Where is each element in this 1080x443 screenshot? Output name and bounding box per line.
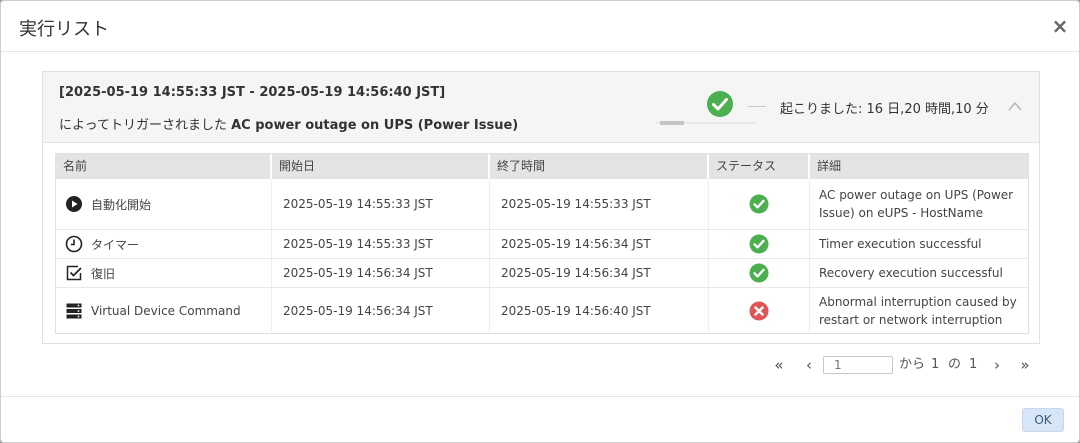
cell-name: タイマー — [56, 230, 272, 258]
step-name: タイマー — [91, 237, 140, 252]
checkbox-icon — [66, 265, 82, 281]
page-number-input[interactable] — [823, 356, 893, 374]
check-circle-icon — [749, 194, 769, 214]
dialog-title: 実行リスト — [19, 19, 109, 40]
cell-end: 2025-05-19 14:55:33 JST — [490, 179, 709, 229]
cell-name: Virtual Device Command — [56, 288, 272, 333]
col-status: ステータス — [709, 154, 810, 179]
table-row: Virtual Device Command 2025-05-19 14:56:… — [56, 287, 1028, 333]
table-header: 名前 開始日 終了時間 ステータス 詳細 — [56, 154, 1028, 179]
cell-start: 2025-05-19 14:56:34 JST — [272, 288, 490, 333]
separator-dash — [748, 106, 766, 107]
run-header[interactable]: [2025-05-19 14:55:33 JST - 2025-05-19 14… — [43, 72, 1039, 143]
run-header-scrollbar[interactable] — [648, 120, 763, 126]
steps-table: 名前 開始日 終了時間 ステータス 詳細 自動化開始 2025-05-19 14… — [55, 153, 1029, 334]
last-page-button[interactable]: » — [1017, 355, 1033, 375]
scrollbar-thumb[interactable] — [660, 121, 684, 125]
play-circle-icon — [66, 196, 82, 212]
pagination: « ‹ から 1 の 1 › » — [771, 355, 1041, 375]
cell-end: 2025-05-19 14:56:40 JST — [490, 288, 709, 333]
close-button[interactable]: × — [1051, 16, 1069, 36]
cell-status — [709, 179, 810, 229]
step-name: 復旧 — [91, 266, 116, 281]
execution-list-dialog: 実行リスト × [2025-05-19 14:55:33 JST - 2025-… — [0, 0, 1080, 443]
prev-page-button[interactable]: ‹ — [801, 355, 817, 375]
run-card: [2025-05-19 14:55:33 JST - 2025-05-19 14… — [42, 71, 1040, 344]
col-start: 開始日 — [272, 154, 490, 179]
from-label: から — [899, 357, 926, 372]
cell-status — [709, 259, 810, 287]
step-name: 自動化開始 — [91, 197, 152, 212]
cell-detail: Recovery execution successful — [819, 266, 1003, 280]
cell-status — [709, 230, 810, 258]
cell-end: 2025-05-19 14:56:34 JST — [490, 230, 709, 258]
first-page-button[interactable]: « — [771, 355, 787, 375]
of-label: の — [948, 357, 962, 372]
trigger-prefix: によってトリガーされました — [59, 118, 227, 133]
run-trigger-text: によってトリガーされました AC power outage on UPS (Po… — [59, 114, 518, 133]
check-circle-icon — [749, 234, 769, 254]
check-circle-icon — [749, 263, 769, 283]
cell-start: 2025-05-19 14:55:33 JST — [272, 230, 490, 258]
total-pages: 1 — [969, 357, 978, 372]
cell-start: 2025-05-19 14:56:34 JST — [272, 259, 490, 287]
cell-name: 自動化開始 — [56, 179, 272, 229]
table-row: タイマー 2025-05-19 14:55:33 JST 2025-05-19 … — [56, 229, 1028, 258]
col-name: 名前 — [56, 154, 272, 179]
cell-detail: AC power outage on UPS (Power Issue) on … — [819, 188, 1014, 220]
table-row: 自動化開始 2025-05-19 14:55:33 JST 2025-05-19… — [56, 179, 1028, 229]
cell-status — [709, 288, 810, 333]
check-circle-icon — [707, 91, 733, 117]
error-circle-icon — [749, 301, 769, 320]
table-row: 復旧 2025-05-19 14:56:34 JST 2025-05-19 14… — [56, 258, 1028, 287]
chevron-up-icon[interactable] — [1007, 100, 1023, 112]
col-end: 終了時間 — [490, 154, 709, 179]
cell-name: 復旧 — [56, 259, 272, 287]
current-page: 1 — [931, 357, 940, 372]
run-occurred-ago: 起こりました: 16 日,20 時間,10 分 — [780, 102, 989, 117]
ok-button[interactable]: OK — [1022, 408, 1064, 432]
cell-end: 2025-05-19 14:56:34 JST — [490, 259, 709, 287]
clock-icon — [65, 235, 83, 253]
server-icon — [66, 303, 82, 318]
run-time-range: [2025-05-19 14:55:33 JST - 2025-05-19 14… — [59, 85, 446, 100]
step-name: Virtual Device Command — [91, 303, 241, 318]
cell-detail: Timer execution successful — [819, 237, 982, 251]
dialog-header: 実行リスト × — [1, 1, 1079, 52]
cell-detail: Abnormal interruption caused by restart … — [819, 294, 1017, 327]
next-page-button[interactable]: › — [989, 355, 1005, 375]
cell-start: 2025-05-19 14:55:33 JST — [272, 179, 490, 229]
trigger-event: AC power outage on UPS (Power Issue) — [231, 118, 519, 133]
col-detail: 詳細 — [817, 159, 842, 173]
dialog-footer: OK — [1, 396, 1079, 442]
